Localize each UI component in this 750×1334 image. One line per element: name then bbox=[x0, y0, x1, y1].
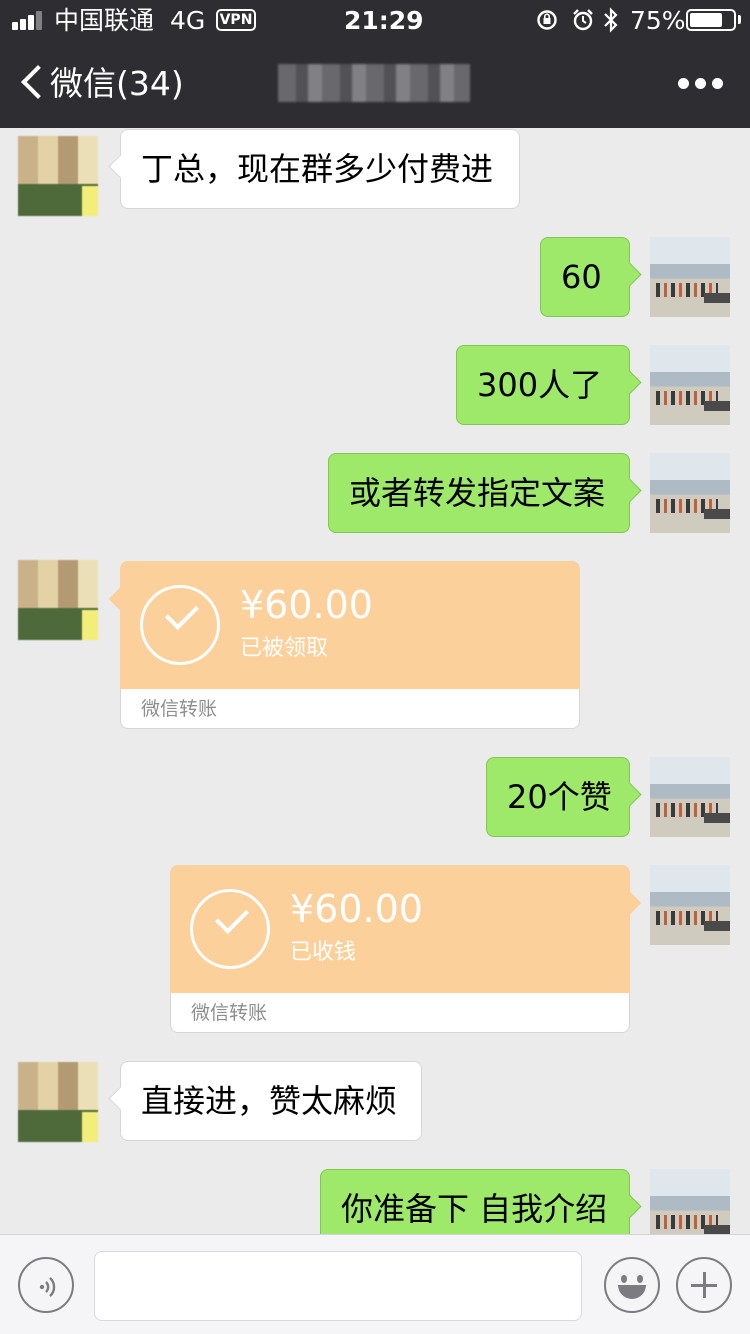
transfer-status: 已被领取 bbox=[240, 636, 329, 661]
contact-avatar[interactable] bbox=[18, 136, 98, 216]
chat-title-blurred bbox=[278, 64, 470, 102]
my-avatar[interactable] bbox=[650, 345, 730, 425]
battery-tip bbox=[738, 15, 741, 24]
my-avatar[interactable] bbox=[650, 865, 730, 945]
transfer-label: 微信转账 bbox=[191, 1002, 268, 1024]
battery-level bbox=[690, 13, 722, 27]
message-bubble-incoming[interactable]: 直接进，赞太麻烦 bbox=[120, 1061, 422, 1141]
vpn-badge: VPN bbox=[216, 9, 256, 31]
emoji-icon bbox=[621, 1275, 627, 1283]
signal-icon bbox=[12, 10, 46, 30]
message-bubble-incoming[interactable]: 丁总，现在群多少付费进 bbox=[120, 129, 520, 209]
transfer-card-received[interactable]: ¥60.00 已被领取 微信转账 bbox=[120, 561, 580, 729]
carrier-label: 中国联通 bbox=[54, 6, 155, 35]
plus-icon-vertical bbox=[703, 1272, 706, 1298]
status-time: 21:29 bbox=[344, 6, 424, 35]
status-bar: 中国联通 4G VPN 21:29 75% bbox=[0, 0, 750, 40]
check-circle-icon bbox=[140, 585, 220, 665]
orientation-lock-icon bbox=[537, 10, 557, 30]
voice-icon bbox=[39, 1277, 56, 1297]
checkmark-icon bbox=[215, 900, 249, 934]
message-input[interactable] bbox=[94, 1251, 582, 1321]
message-bubble-outgoing[interactable]: 20个赞 bbox=[486, 757, 630, 837]
alarm-icon bbox=[573, 9, 593, 31]
message-bubble-outgoing[interactable]: 300人了 bbox=[456, 345, 630, 425]
network-type: 4G bbox=[170, 6, 206, 35]
my-avatar[interactable] bbox=[650, 453, 730, 533]
checkmark-icon bbox=[165, 596, 199, 630]
transfer-card-body: ¥60.00 已被领取 bbox=[120, 561, 580, 689]
message-bubble-outgoing[interactable]: 或者转发指定文案 bbox=[328, 453, 630, 533]
transfer-status: 已收钱 bbox=[290, 940, 357, 965]
transfer-card-footer: 微信转账 bbox=[170, 993, 630, 1033]
transfer-amount: ¥60.00 bbox=[240, 583, 373, 627]
battery-icon bbox=[686, 9, 736, 31]
back-button[interactable]: 微信(34) bbox=[14, 58, 194, 110]
voice-button[interactable] bbox=[18, 1257, 74, 1313]
transfer-amount: ¥60.00 bbox=[290, 887, 423, 931]
emoji-button[interactable] bbox=[604, 1257, 660, 1313]
input-bar bbox=[0, 1234, 750, 1334]
my-avatar[interactable] bbox=[650, 757, 730, 837]
plus-button[interactable] bbox=[676, 1257, 732, 1313]
more-icon[interactable] bbox=[678, 78, 724, 90]
message-bubble-outgoing[interactable]: 60 bbox=[540, 237, 630, 317]
my-avatar[interactable] bbox=[650, 237, 730, 317]
contact-avatar[interactable] bbox=[18, 1062, 98, 1142]
emoji-icon-mouth bbox=[618, 1285, 646, 1299]
bluetooth-icon bbox=[604, 7, 618, 33]
back-label: 微信(34) bbox=[50, 64, 184, 103]
emoji-icon-eye bbox=[637, 1275, 643, 1283]
header: 中国联通 4G VPN 21:29 75% 微信(34) bbox=[0, 0, 750, 128]
transfer-card-sent[interactable]: ¥60.00 已收钱 微信转账 bbox=[170, 865, 630, 1033]
contact-avatar[interactable] bbox=[18, 560, 98, 640]
transfer-label: 微信转账 bbox=[141, 698, 218, 720]
check-circle-icon bbox=[190, 889, 270, 969]
battery-percent: 75% bbox=[630, 6, 686, 35]
transfer-card-footer: 微信转账 bbox=[120, 689, 580, 729]
transfer-card-body: ¥60.00 已收钱 bbox=[170, 865, 630, 993]
